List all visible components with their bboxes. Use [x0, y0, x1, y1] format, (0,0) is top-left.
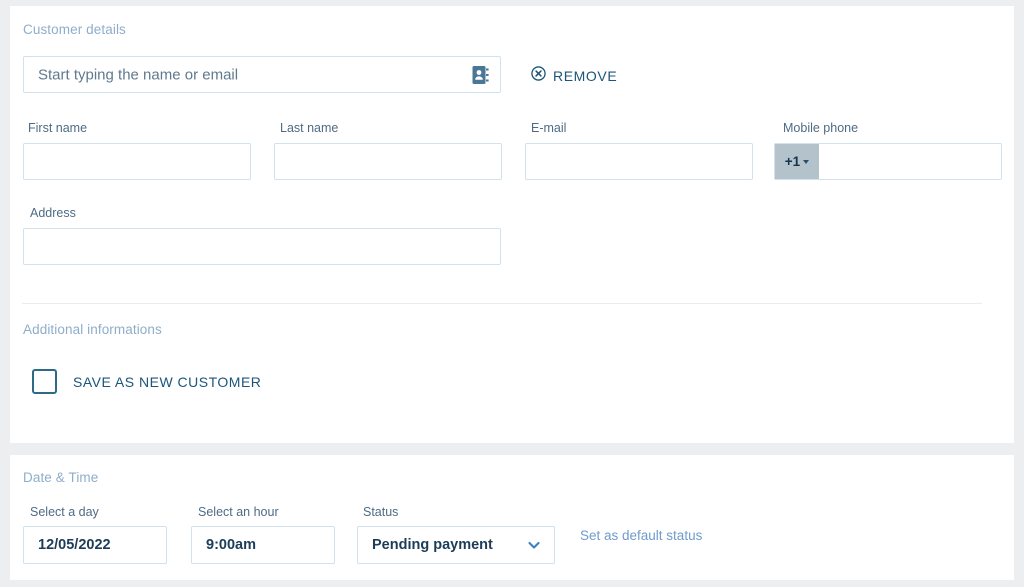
chevron-down-icon [526, 537, 542, 553]
first-name-label: First name [28, 121, 87, 135]
save-as-new-customer-label: SAVE AS NEW CUSTOMER [73, 374, 261, 390]
customer-search-placeholder: Start typing the name or email [38, 66, 238, 83]
date-time-heading: Date & Time [23, 470, 98, 485]
select-hour-value: 9:00am [206, 537, 256, 553]
status-label: Status [363, 505, 398, 519]
set-default-status-link[interactable]: Set as default status [580, 528, 702, 543]
last-name-label: Last name [280, 121, 338, 135]
circle-x-icon [531, 66, 546, 86]
customer-details-heading: Customer details [23, 22, 126, 37]
customer-search-input[interactable]: Start typing the name or email [23, 56, 501, 93]
save-as-new-customer-row[interactable]: SAVE AS NEW CUSTOMER [32, 369, 261, 394]
address-input[interactable] [23, 228, 501, 265]
status-select[interactable]: Pending payment [357, 526, 555, 564]
email-input[interactable] [525, 143, 753, 180]
caret-down-icon [803, 160, 809, 164]
select-day-value: 12/05/2022 [38, 537, 111, 553]
contact-book-icon[interactable] [472, 65, 489, 84]
mobile-phone-label: Mobile phone [783, 121, 858, 135]
select-day-label: Select a day [30, 505, 99, 519]
additional-informations-heading: Additional informations [23, 322, 162, 337]
section-divider [22, 303, 982, 304]
remove-customer-button[interactable]: REMOVE [531, 66, 617, 86]
mobile-phone-group: +1 [774, 143, 1002, 180]
country-code-select[interactable]: +1 [775, 144, 819, 179]
mobile-phone-input[interactable] [819, 144, 1001, 179]
select-hour-label: Select an hour [198, 505, 279, 519]
order-form-page: Customer details Start typing the name o… [0, 0, 1024, 587]
address-label: Address [30, 206, 76, 220]
select-day-input[interactable]: 12/05/2022 [23, 526, 167, 564]
select-hour-input[interactable]: 9:00am [191, 526, 335, 564]
save-as-new-customer-checkbox[interactable] [32, 369, 57, 394]
remove-customer-label: REMOVE [553, 68, 617, 84]
email-label: E-mail [531, 121, 566, 135]
first-name-input[interactable] [23, 143, 251, 180]
status-value: Pending payment [372, 537, 493, 553]
country-code-value: +1 [785, 154, 800, 169]
last-name-input[interactable] [274, 143, 502, 180]
